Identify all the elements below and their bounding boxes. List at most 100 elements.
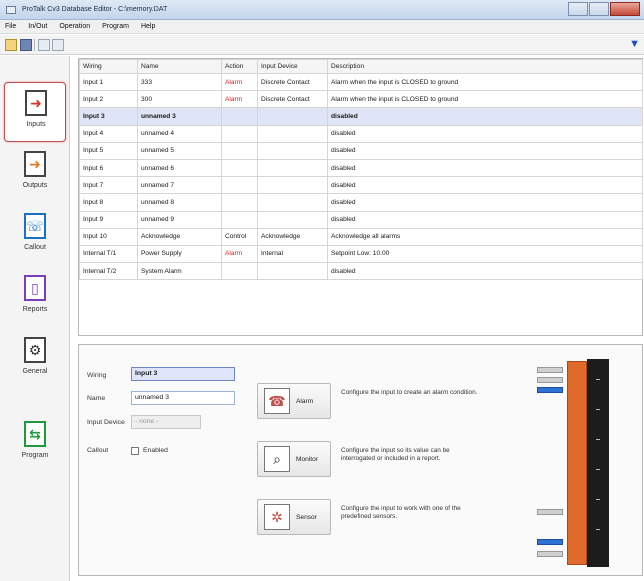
cell-input-device: [257, 262, 328, 281]
filter-toggle-icon[interactable]: [52, 39, 64, 51]
left-nav: ➜ Inputs ➜ Outputs ☏ Callout ▯ Reports ⚙…: [0, 56, 70, 581]
menu-operation[interactable]: Operation: [59, 23, 90, 30]
cell-description: disabled: [327, 158, 643, 178]
column-header-description[interactable]: Description: [327, 59, 643, 74]
table-row[interactable]: Input 7 unnamed 7 disabled: [79, 176, 643, 195]
gear-icon: ⚙: [24, 337, 46, 363]
callout-label: Callout: [87, 447, 109, 454]
close-button[interactable]: [610, 2, 640, 16]
cell-action: [221, 107, 258, 126]
window-controls: [568, 2, 640, 16]
terminal-strip: [567, 361, 587, 565]
column-header-wiring[interactable]: Wiring: [79, 59, 138, 74]
column-header-name[interactable]: Name: [137, 59, 222, 74]
table-row[interactable]: Input 9 unnamed 9 disabled: [79, 210, 643, 229]
table-row[interactable]: Internal T/2 System Alarm disabled: [79, 262, 643, 281]
cell-input-device: [257, 210, 328, 229]
enabled-checkbox[interactable]: [131, 447, 139, 455]
open-icon[interactable]: [5, 39, 17, 51]
wiring-field[interactable]: Input 3: [131, 367, 235, 381]
cell-action: Alarm: [221, 244, 258, 264]
transfer-icon: ⇆: [24, 421, 46, 447]
monitor-mode-button[interactable]: ⌕ Monitor: [257, 441, 331, 477]
nav-label: Inputs: [26, 121, 46, 128]
alarm-mode-button[interactable]: ☎ Alarm: [257, 383, 331, 419]
nav-label: Callout: [24, 244, 46, 251]
callout-icon: ☏: [24, 213, 46, 239]
nav-label: Program: [21, 452, 49, 459]
toolbar: ▼: [0, 35, 644, 55]
nav-item-callout[interactable]: ☏ Callout: [4, 206, 66, 266]
input-detail-panel: Wiring Input 3 Name unnamed 3 Input Devi…: [78, 344, 643, 576]
cell-action: Alarm: [221, 90, 258, 109]
maximize-button[interactable]: [589, 2, 609, 16]
nav-item-reports[interactable]: ▯ Reports: [4, 268, 66, 328]
cell-input-device: Internal: [257, 244, 328, 264]
nav-item-program[interactable]: ⇆ Program: [4, 414, 66, 474]
arrow-right-icon: ➜: [25, 90, 47, 116]
cell-input-device: Discrete Contact: [257, 72, 328, 92]
table-row[interactable]: Input 1 333 Alarm Discrete Contact Alarm…: [79, 72, 643, 92]
menu-program[interactable]: Program: [102, 23, 129, 30]
cell-input-device: Discrete Contact: [257, 90, 328, 109]
menu-help[interactable]: Help: [141, 23, 155, 30]
save-icon[interactable]: [20, 39, 32, 51]
menu-file[interactable]: File: [5, 23, 16, 30]
sensor-icon: ✲: [264, 504, 290, 530]
app-icon: [6, 6, 16, 14]
menu-bar: File In/Out Operation Program Help: [0, 20, 644, 34]
table-row[interactable]: Internal T/1 Power Supply Alarm Internal…: [79, 244, 643, 264]
table-row[interactable]: Input 6 unnamed 6 disabled: [79, 158, 643, 178]
terminal-indicator: [537, 509, 563, 515]
cell-description: disabled: [327, 124, 643, 143]
cell-name: 300: [137, 90, 222, 109]
cell-name: Acknowledge: [137, 227, 222, 246]
column-header-input-device[interactable]: Input Device: [257, 59, 328, 74]
column-header-action[interactable]: Action: [221, 59, 258, 74]
minimize-button[interactable]: [568, 2, 588, 16]
cell-action: Control: [221, 227, 258, 246]
cell-action: [221, 262, 258, 281]
table-row[interactable]: Input 10 Acknowledge Control Acknowledge…: [79, 227, 643, 246]
cell-input-device: [257, 107, 328, 126]
nav-label: General: [22, 368, 48, 375]
cell-action: [221, 141, 258, 160]
cell-wiring: Input 3: [79, 107, 138, 126]
table-row[interactable]: Input 2 300 Alarm Discrete Contact Alarm…: [79, 90, 643, 109]
table-row[interactable]: Input 4 unnamed 4 disabled: [79, 124, 643, 143]
filter-icon[interactable]: ▼: [629, 38, 640, 50]
table-row-selected[interactable]: Input 3 unnamed 3 disabled: [79, 107, 643, 126]
menu-in-out[interactable]: In/Out: [28, 23, 47, 30]
cell-description: Acknowledge all alarms: [327, 227, 643, 246]
sensor-mode-button[interactable]: ✲ Sensor: [257, 499, 331, 535]
input-device-field: - none -: [131, 415, 201, 429]
cell-description: disabled: [327, 176, 643, 195]
terminal-indicator: [537, 377, 563, 383]
mode-label: Alarm: [296, 398, 314, 405]
toolbar-separator: [34, 39, 35, 51]
cell-description: disabled: [327, 107, 643, 126]
nav-item-general[interactable]: ⚙ General: [4, 330, 66, 390]
table-row[interactable]: Input 8 unnamed 8 disabled: [79, 193, 643, 212]
cell-name: 333: [137, 72, 222, 92]
cell-name: Power Supply: [137, 244, 222, 264]
cell-wiring: Input 4: [79, 124, 138, 143]
nav-item-outputs[interactable]: ➜ Outputs: [4, 144, 66, 204]
nav-item-inputs[interactable]: ➜ Inputs: [4, 82, 66, 142]
terminal-indicator: [537, 367, 563, 373]
board-mark: [596, 469, 600, 470]
nav-label: Reports: [22, 306, 48, 313]
cell-wiring: Input 9: [79, 210, 138, 229]
copy-icon[interactable]: [38, 39, 50, 51]
name-field[interactable]: unnamed 3: [131, 391, 235, 405]
terminal-indicator-active: [537, 539, 563, 545]
alarm-mode-description: Configure the input to create an alarm c…: [341, 389, 478, 396]
board-mark: [596, 529, 600, 530]
cell-input-device: [257, 176, 328, 195]
table-row[interactable]: Input 5 unnamed 5 disabled: [79, 141, 643, 160]
wiring-label: Wiring: [87, 372, 107, 379]
cell-description: Alarm when the input is CLOSED to ground: [327, 72, 643, 92]
sensor-mode-description: Configure the input to work with one of …: [341, 505, 461, 520]
inputs-table: Wiring Name Action Input Device Descript…: [78, 58, 643, 336]
terminal-indicator: [537, 551, 563, 557]
